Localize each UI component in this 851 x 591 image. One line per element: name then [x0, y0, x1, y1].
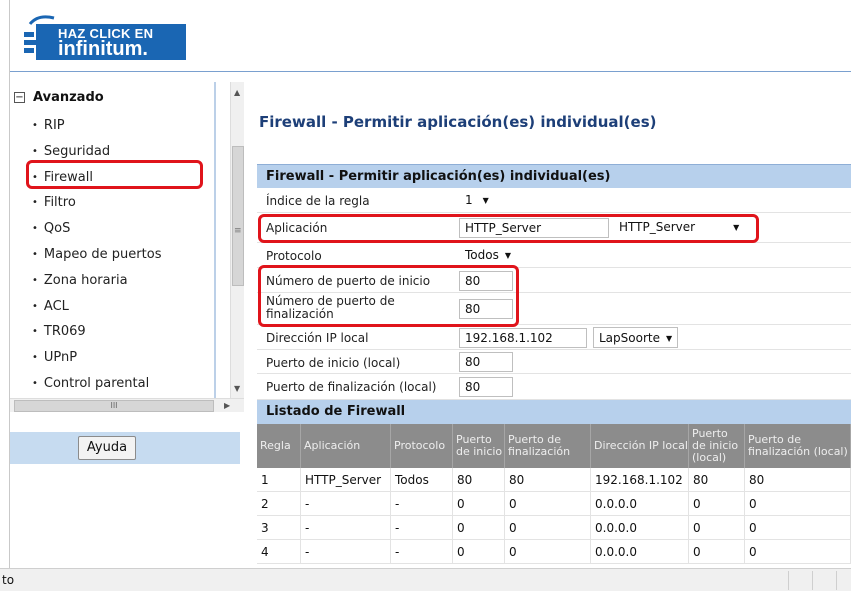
local-end-port-label: Puerto de finalización (local) [266, 380, 437, 394]
protocol-label: Protocolo [266, 249, 322, 263]
bullet-icon: • [32, 119, 38, 131]
table-row: 4 - - 0 0 0.0.0.0 0 0 [257, 540, 851, 564]
local-ip-label: Dirección IP local [266, 331, 369, 345]
table-row: 3 - - 0 0 0.0.0.0 0 0 [257, 516, 851, 540]
scroll-right-icon[interactable]: ▶ [224, 401, 230, 410]
col-ip-local: Dirección IP local [591, 424, 689, 468]
bullet-icon: • [32, 325, 38, 337]
col-puerto-fin: Puerto de finalización [505, 424, 591, 468]
help-bar: Ayuda [10, 432, 240, 464]
sidebar: − Avanzado • RIP • Seguridad • Firewall • Fi… [10, 82, 228, 398]
dropdown-caret-icon: ▼ [665, 333, 673, 343]
bullet-icon: • [32, 145, 38, 157]
row-local-start-port: Puerto de inicio (local) 80 [257, 350, 851, 374]
status-text: to [2, 573, 15, 587]
col-puerto-fin-local: Puerto de finalización (local) [745, 424, 851, 468]
sidebar-divider [214, 82, 216, 398]
scroll-grip-icon: ≡ [234, 226, 242, 236]
rule-index-select[interactable]: 1 ▼ [465, 190, 489, 210]
infinitum-logo[interactable]: HAZ CLICK EN infinitum. [24, 14, 186, 60]
bullet-icon: • [32, 222, 38, 234]
col-protocolo: Protocolo [391, 424, 453, 468]
col-regla: Regla [257, 424, 301, 468]
status-divider [812, 571, 813, 590]
collapse-icon[interactable]: − [14, 92, 25, 103]
highlight-ports [258, 265, 519, 327]
sidebar-item-tr069[interactable]: • TR069 [32, 321, 86, 341]
bullet-icon: • [32, 248, 38, 260]
sidebar-item-filtro[interactable]: • Filtro [32, 192, 76, 212]
local-end-port-input[interactable]: 80 [459, 377, 513, 397]
sidebar-item-upnp[interactable]: • UPnP [32, 347, 77, 367]
scroll-up-icon[interactable]: ▲ [234, 88, 240, 97]
list-header: Listado de Firewall [257, 400, 851, 424]
sidebar-vertical-scrollbar[interactable]: ▲ ≡ ▼ [230, 82, 244, 398]
bullet-icon: • [32, 377, 38, 389]
table-row: 2 - - 0 0 0.0.0.0 0 0 [257, 492, 851, 516]
help-button[interactable]: Ayuda [78, 436, 136, 460]
sidebar-item-rip[interactable]: • RIP [32, 115, 65, 135]
local-ip-select[interactable]: LapSoorte ▼ [593, 327, 679, 348]
local-ip-input[interactable]: 192.168.1.102 [459, 328, 587, 348]
col-puerto-inicio: Puerto de inicio [453, 424, 505, 468]
protocol-select[interactable]: Todos ▼ [465, 245, 511, 265]
sidebar-item-zona-horaria[interactable]: • Zona horaria [32, 270, 128, 290]
dropdown-caret-icon: ▼ [482, 195, 489, 205]
status-bar: to [0, 568, 851, 591]
sidebar-item-control-parental[interactable]: • Control parental [32, 373, 149, 393]
table-header: Regla Aplicación Protocolo Puerto de ini… [257, 424, 851, 468]
bullet-icon: • [32, 351, 38, 363]
sidebar-item-acl[interactable]: • ACL [32, 296, 69, 316]
status-divider [788, 571, 789, 590]
bullet-icon: • [32, 300, 38, 312]
form-header: Firewall - Permitir aplicación(es) indiv… [257, 164, 851, 188]
row-local-ip: Dirección IP local 192.168.1.102 LapSoor… [257, 325, 851, 350]
logo-text-bottom: infinitum. [58, 38, 148, 60]
window-frame [0, 0, 10, 591]
page-title: Firewall - Permitir aplicación(es) indiv… [259, 113, 657, 131]
highlight-firewall [26, 160, 203, 189]
rule-index-label: Índice de la regla [266, 194, 370, 208]
local-start-port-input[interactable]: 80 [459, 352, 513, 372]
status-divider [836, 571, 837, 590]
sidebar-horizontal-scrollbar[interactable]: III ▶ [10, 398, 244, 412]
hscroll-thumb[interactable]: III [14, 400, 214, 412]
col-aplicacion: Aplicación [301, 424, 391, 468]
sidebar-section-label: Avanzado [33, 90, 104, 105]
bullet-icon: • [32, 196, 38, 208]
sidebar-section-avanzado[interactable]: − Avanzado [14, 90, 104, 105]
row-local-end-port: Puerto de finalización (local) 80 [257, 374, 851, 400]
highlight-application [258, 214, 759, 243]
local-start-port-label: Puerto de inicio (local) [266, 356, 401, 370]
col-puerto-inicio-local: Puerto de inicio (local) [689, 424, 745, 468]
scrollbar-thumb[interactable] [232, 146, 244, 286]
scroll-down-icon[interactable]: ▼ [234, 384, 240, 393]
row-rule-index: Índice de la regla 1 ▼ [257, 188, 851, 213]
sidebar-item-mapeo-puertos[interactable]: • Mapeo de puertos [32, 244, 161, 264]
bullet-icon: • [32, 274, 38, 286]
dropdown-caret-icon: ▼ [504, 250, 511, 260]
sidebar-item-seguridad[interactable]: • Seguridad [32, 141, 110, 161]
header: HAZ CLICK EN infinitum. [10, 0, 851, 72]
sidebar-item-qos[interactable]: • QoS [32, 218, 70, 238]
table-row: 1 HTTP_Server Todos 80 80 192.168.1.102 … [257, 468, 851, 492]
